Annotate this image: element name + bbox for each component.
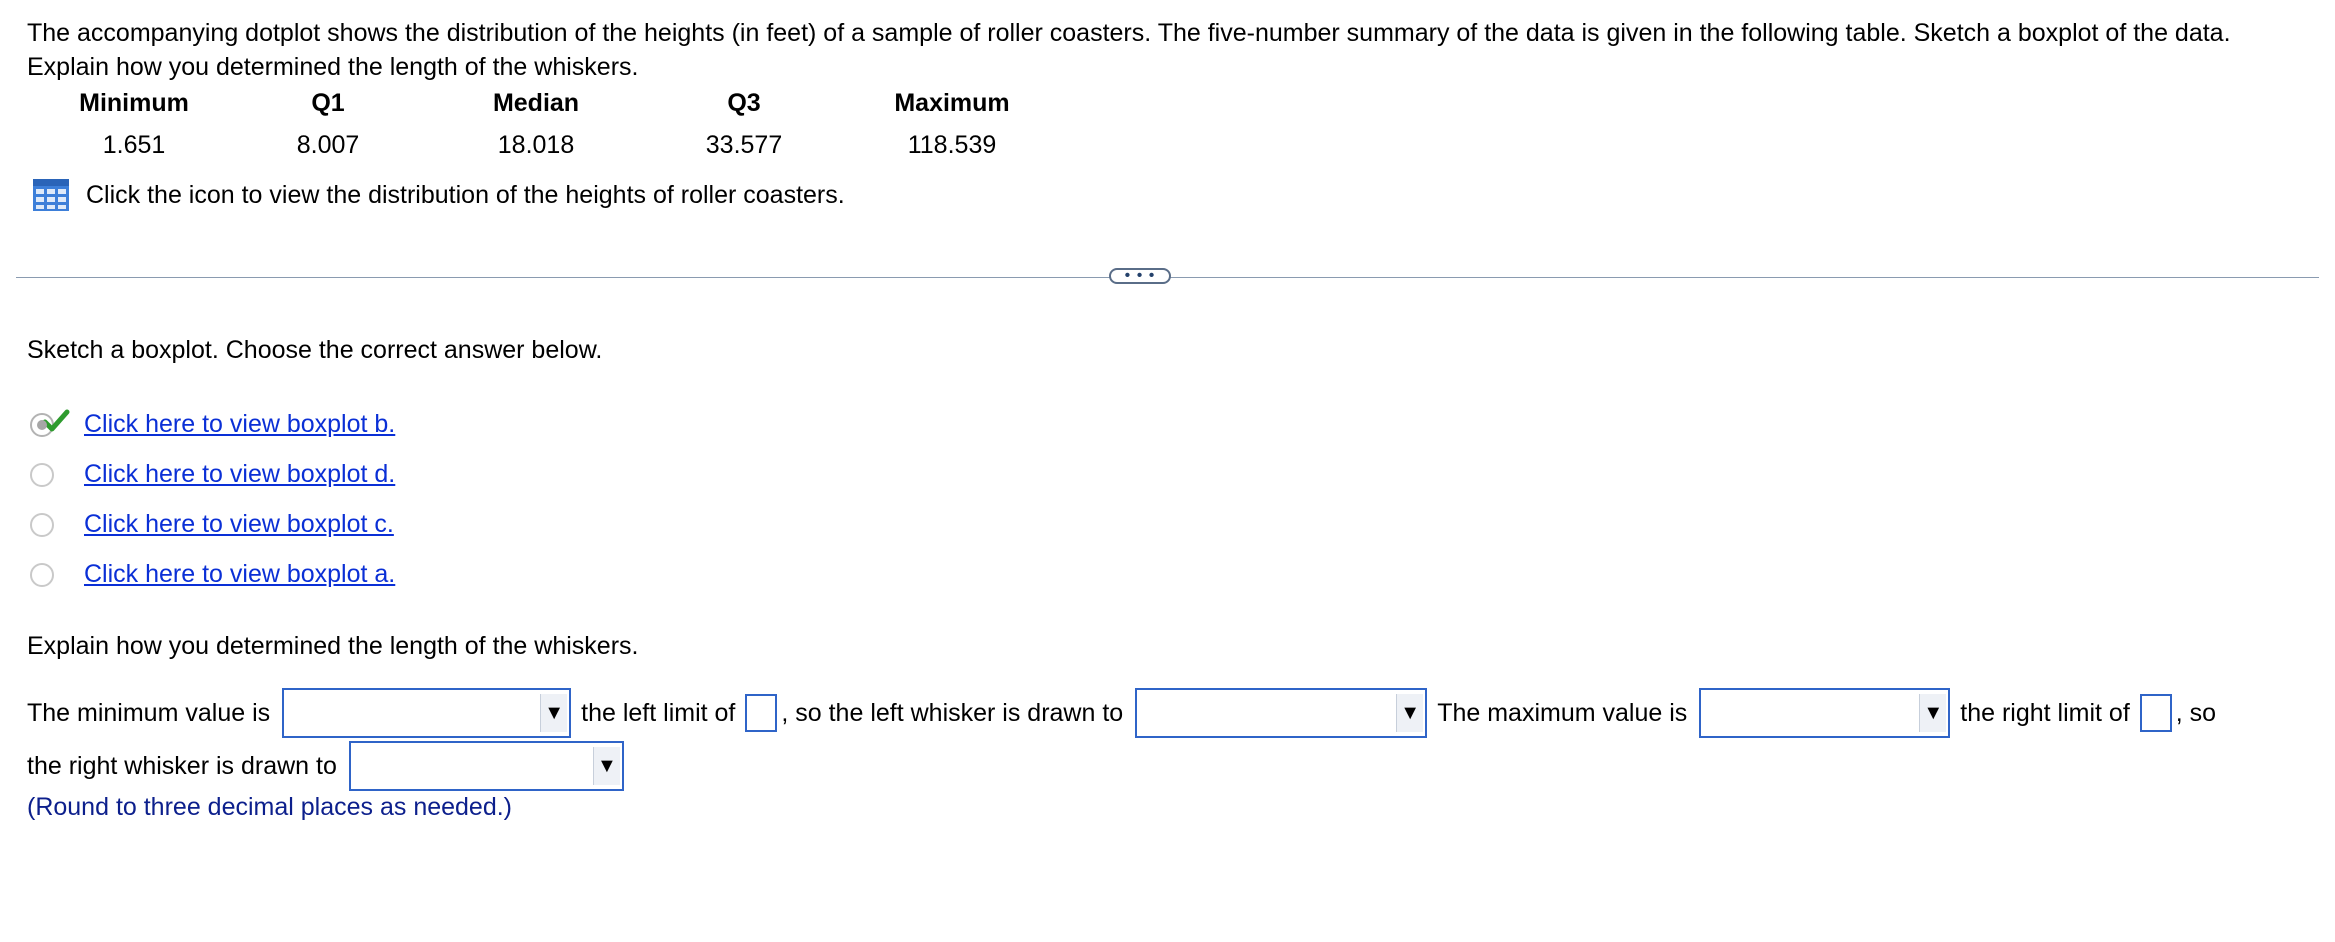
boxplot-b-link[interactable]: Click here to view boxplot b. — [84, 410, 395, 439]
option-boxplot-a[interactable]: Click here to view boxplot a. — [30, 560, 395, 589]
data-link-text: Click the icon to view the distribution … — [86, 180, 845, 209]
chevron-down-icon: ▼ — [1919, 694, 1947, 732]
rounding-note: (Round to three decimal places as needed… — [27, 793, 513, 821]
left-limit-text: the left limit of — [581, 698, 736, 727]
five-number-summary-table: Minimum Q1 Median Q3 Maximum 1.651 8.007… — [44, 82, 1056, 166]
value-minimum: 1.651 — [102, 130, 166, 159]
table-header-row: Minimum Q1 Median Q3 Maximum — [44, 82, 1056, 124]
left-whisker-dropdown[interactable]: ▼ — [1135, 688, 1428, 738]
max-text: The maximum value is — [1437, 698, 1688, 727]
value-maximum: 118.539 — [907, 130, 997, 159]
expand-button[interactable]: • • • — [1109, 268, 1171, 284]
left-limit-input[interactable] — [745, 694, 778, 732]
header-median: Median — [492, 88, 580, 117]
radio-button[interactable] — [30, 512, 54, 537]
minimum-comparison-dropdown[interactable]: ▼ — [282, 688, 572, 738]
right-whisker-dropdown[interactable]: ▼ — [348, 741, 624, 791]
part2-prompt: Explain how you determined the length of… — [27, 632, 639, 660]
value-q3: 33.577 — [705, 130, 783, 159]
explanation-sentence-line1: The minimum value is ▼ the left limit of… — [27, 688, 2216, 738]
right-whisker-text: the right whisker is drawn to — [27, 751, 337, 780]
radio-button[interactable] — [30, 562, 54, 587]
boxplot-a-link[interactable]: Click here to view boxplot a. — [84, 560, 395, 589]
chevron-down-icon: ▼ — [592, 747, 620, 785]
explanation-sentence-line2: the right whisker is drawn to ▼ — [27, 741, 634, 791]
option-boxplot-c[interactable]: Click here to view boxplot c. — [30, 510, 394, 539]
right-limit-input[interactable] — [2139, 694, 2172, 732]
value-median: 18.018 — [497, 130, 575, 159]
data-link: Click the icon to view the distribution … — [32, 178, 845, 212]
value-q1: 8.007 — [296, 130, 360, 159]
header-q1: Q1 — [311, 88, 345, 117]
boxplot-c-link[interactable]: Click here to view boxplot c. — [84, 510, 394, 539]
chevron-down-icon: ▼ — [540, 694, 568, 732]
check-icon — [42, 409, 70, 431]
option-boxplot-b[interactable]: Click here to view boxplot b. — [30, 409, 395, 439]
left-whisker-text: , so the left whisker is drawn to — [781, 698, 1124, 727]
table-grid-icon[interactable] — [32, 178, 70, 212]
chevron-down-icon: ▼ — [1396, 694, 1424, 732]
part1-prompt: Sketch a boxplot. Choose the correct ans… — [27, 336, 603, 364]
header-q3: Q3 — [727, 88, 761, 117]
header-minimum: Minimum — [79, 88, 189, 117]
min-text: The minimum value is — [27, 698, 271, 727]
option-boxplot-d[interactable]: Click here to view boxplot d. — [30, 460, 395, 489]
radio-button-selected[interactable] — [30, 409, 70, 437]
header-maximum: Maximum — [894, 88, 1010, 117]
boxplot-d-link[interactable]: Click here to view boxplot d. — [84, 460, 395, 489]
right-limit-text: the right limit of — [1960, 698, 2130, 727]
maximum-comparison-dropdown[interactable]: ▼ — [1699, 688, 1951, 738]
so-text: , so — [2175, 698, 2217, 727]
question-intro: The accompanying dotplot shows the distr… — [27, 19, 2231, 81]
radio-button[interactable] — [30, 462, 54, 487]
table-row: 1.651 8.007 18.018 33.577 118.539 — [44, 124, 1056, 166]
